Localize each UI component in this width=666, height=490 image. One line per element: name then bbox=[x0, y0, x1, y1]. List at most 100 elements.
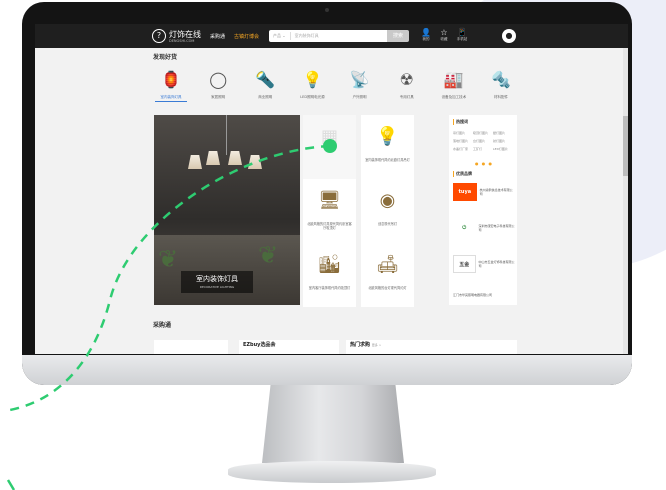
brand-item-text[interactable]: 江门市华亮照明电器有限公司 bbox=[453, 293, 492, 297]
site-logo[interactable]: ? 灯饰在线 DENGSHI.COM bbox=[152, 28, 201, 44]
category-icon: 🔦 bbox=[255, 69, 276, 89]
product-card[interactable]: ◉ 创意现代吊灯 bbox=[361, 179, 414, 243]
hot-search-tag[interactable]: 吊灯图片 bbox=[453, 129, 473, 137]
brand-logo: 五金 bbox=[453, 255, 476, 273]
product-card[interactable]: ▦ bbox=[303, 115, 356, 179]
brand-title: 优质品牌 bbox=[453, 171, 472, 177]
category-item[interactable]: ☢ 专用灯具 bbox=[385, 66, 429, 110]
category-item[interactable]: ◯ 家居照明 bbox=[196, 66, 240, 110]
hot-search-tag[interactable]: 壁灯图片 bbox=[493, 129, 513, 137]
product-card[interactable]: 🖥 北欧风格的灯具现代简约卧室客厅吸顶灯 bbox=[303, 179, 356, 243]
hot-purchase-card[interactable]: 热门求购 更多 > bbox=[346, 340, 517, 354]
category-icon: 💡 bbox=[302, 69, 323, 89]
hot-search-tag[interactable]: 射灯图片 bbox=[493, 137, 513, 145]
category-item[interactable]: 📡 户外照明 bbox=[338, 66, 382, 110]
mobile-label: 手机站 bbox=[456, 37, 468, 41]
category-label: 家居照明 bbox=[211, 95, 226, 99]
favorite-icon-button[interactable]: ☆ 收藏 bbox=[437, 28, 451, 42]
monitor-chin bbox=[22, 355, 632, 385]
search-bar[interactable]: 产品 ⌄ 室内装饰灯具 bbox=[269, 30, 389, 42]
product-card[interactable]: 🛋 北欧风格的台灯现代简约灯 bbox=[361, 243, 414, 307]
screen: ? 灯饰在线 DENGSHI.COM 采购通 古镇灯博会 产品 ⌄ 室内装饰灯具… bbox=[35, 24, 628, 354]
hot-search-title: 热搜词 bbox=[453, 119, 468, 125]
search-input[interactable]: 室内装饰灯具 bbox=[291, 33, 389, 39]
category-icon: 🏭 bbox=[443, 69, 464, 89]
plant-icon: ❦ bbox=[158, 245, 179, 273]
category-icon: ◯ bbox=[209, 69, 228, 89]
brand-item[interactable]: 五金 中山市五金灯饰科技有限公司 bbox=[453, 253, 515, 275]
hero-caption-title: 室内装饰灯具 bbox=[196, 275, 238, 283]
user-label: 我的 bbox=[422, 37, 430, 41]
scrollbar-thumb[interactable] bbox=[623, 116, 628, 176]
search-category-select[interactable]: 产品 ⌄ bbox=[269, 32, 291, 40]
category-icon: 🔩 bbox=[491, 69, 511, 89]
phone-icon: 📱 bbox=[457, 28, 467, 37]
camera-dot bbox=[325, 8, 329, 12]
monitor-stand bbox=[262, 385, 404, 463]
plant-icon: ❦ bbox=[258, 241, 279, 269]
lamp-shade bbox=[228, 151, 242, 165]
product-image: 🏙 bbox=[318, 253, 341, 275]
product-image: ▦ bbox=[320, 125, 338, 147]
product-image: 🖥 bbox=[318, 189, 341, 211]
hero-banner[interactable]: ❦ ❦ 室内装饰灯具 DECORATIVE LIGHTING bbox=[154, 115, 300, 305]
category-label: 材料配件 bbox=[493, 95, 508, 99]
expo-link[interactable]: 古镇灯博会 bbox=[234, 33, 259, 40]
hot-search-tag[interactable]: 吸顶灯图片 bbox=[473, 129, 493, 137]
category-label: 专用灯具 bbox=[399, 95, 414, 99]
hot-search-tag[interactable]: 台灯图片 bbox=[473, 137, 493, 145]
category-item[interactable]: 💡 LED照明电光源 bbox=[290, 66, 334, 110]
user-icon-button[interactable]: 👤 我的 bbox=[419, 28, 433, 42]
more-link[interactable]: 更多 > bbox=[372, 343, 381, 347]
procurement-card[interactable] bbox=[154, 340, 228, 354]
hot-purchase-title: 热门求购 bbox=[350, 342, 371, 348]
brand-logo: tuya bbox=[453, 183, 477, 201]
category-label: LED照明电光源 bbox=[300, 95, 325, 99]
mobile-icon-button[interactable]: 📱 手机站 bbox=[455, 28, 469, 42]
active-underline bbox=[155, 101, 187, 102]
top-nav: ? 灯饰在线 DENGSHI.COM 采购通 古镇灯博会 产品 ⌄ 室内装饰灯具… bbox=[35, 24, 628, 48]
brand-name: 深圳市康宏电子科技有限公司 bbox=[478, 224, 515, 232]
category-item[interactable]: 🔩 材料配件 bbox=[479, 66, 523, 110]
hot-search-tag[interactable]: 水晶灯厂家 bbox=[453, 145, 473, 153]
hero-caption: 室内装饰灯具 DECORATIVE LIGHTING bbox=[181, 271, 253, 293]
search-button[interactable]: 搜索 bbox=[387, 30, 409, 42]
product-card[interactable]: 💡 室内装饰现代简约北欧灯具吊灯 bbox=[361, 115, 414, 179]
product-card[interactable]: 🏙 室内客厅装饰现代简约吸顶灯 bbox=[303, 243, 356, 307]
procurement-link[interactable]: 采购通 bbox=[210, 33, 225, 40]
ezbuy-card[interactable]: EZbuy选品会 bbox=[239, 340, 339, 354]
brand-name: 杭州涂鸦信息技术有限公司 bbox=[479, 188, 513, 196]
category-label: 设备及加工技术 bbox=[441, 95, 467, 99]
logo-subtext: DENGSHI.COM bbox=[169, 38, 195, 43]
brand-name: 中山市五金灯饰科技有限公司 bbox=[478, 260, 515, 268]
product-title: 室内装饰现代简约北欧灯具吊灯 bbox=[365, 158, 410, 162]
hot-search-tag[interactable]: 落地灯图片 bbox=[453, 137, 473, 145]
section-title-discover: 发现好货 bbox=[153, 54, 178, 61]
hot-search-tags: 吊灯图片 吸顶灯图片 壁灯图片落地灯图片 台灯图片 射灯图片水晶灯厂家 工矿灯 LED灯图片 bbox=[453, 129, 515, 153]
section-title-procurement: 采购通 bbox=[153, 322, 172, 329]
hot-search-tag[interactable]: LED灯图片 bbox=[493, 145, 513, 153]
scrollbar[interactable] bbox=[623, 48, 628, 354]
monitor-base bbox=[228, 461, 436, 483]
product-image: ◉ bbox=[379, 189, 396, 211]
category-item[interactable]: 🏮 室内装饰灯具 bbox=[149, 66, 193, 110]
brand-item[interactable]: tuya 杭州涂鸦信息技术有限公司 bbox=[453, 181, 515, 203]
product-title bbox=[303, 157, 356, 159]
product-title: 室内客厅装饰现代简约吸顶灯 bbox=[308, 286, 351, 290]
lamp-shade bbox=[248, 155, 262, 169]
hero-caption-subtitle: DECORATIVE LIGHTING bbox=[199, 285, 235, 289]
brand-item[interactable]: ⏻ 深圳市康宏电子科技有限公司 bbox=[453, 217, 515, 239]
category-item[interactable]: 🏭 设备及加工技术 bbox=[432, 66, 476, 110]
lamp-shade bbox=[188, 155, 202, 169]
user-icon: 👤 bbox=[421, 28, 431, 37]
carousel-dots[interactable]: ● ● ● bbox=[475, 161, 493, 166]
ezbuy-title: EZbuy选品会 bbox=[243, 342, 276, 348]
category-label: 室内装饰灯具 bbox=[160, 95, 182, 99]
lamp-shade bbox=[206, 151, 220, 165]
hot-search-tag[interactable]: 工矿灯 bbox=[473, 145, 493, 153]
logo-text: 灯饰在线 bbox=[169, 29, 201, 39]
category-label: 商业照明 bbox=[258, 95, 273, 99]
category-item[interactable]: 🔦 商业照明 bbox=[243, 66, 287, 110]
product-title: 北欧风格的台灯现代简约灯 bbox=[368, 286, 407, 290]
avatar[interactable]: ● bbox=[502, 29, 516, 43]
